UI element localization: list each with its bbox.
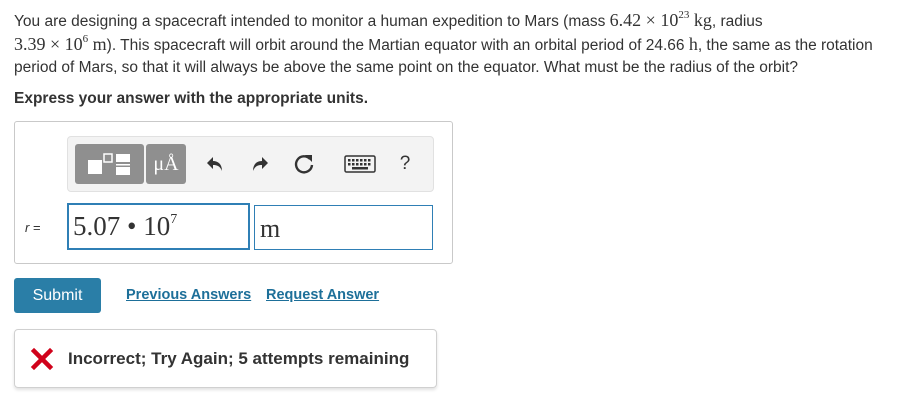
value-exponent: 7 [170,212,178,227]
reset-icon [294,155,314,174]
redo-button[interactable] [239,144,279,184]
keyboard-button[interactable] [334,144,386,184]
answer-variable-label: r = [25,220,41,235]
equals-sign: = [29,220,41,235]
help-button[interactable]: ? [385,144,425,184]
times-symbol: × [641,10,661,30]
mass-expression: 6.42 × 1023 kg [609,9,712,31]
mass-exponent: 23 [678,9,690,21]
templates-icon [87,153,130,175]
templates-button[interactable] [75,144,144,184]
radius-expression: 3.39 × 106 m [14,34,107,55]
base-ten: 10 [660,10,679,30]
base-ten: 10 [64,34,83,54]
value-base: 10 [143,211,171,241]
question-part: ). This spacecraft will orbit around the… [106,37,689,54]
radius-coefficient: 3.39 [14,34,46,54]
redo-icon [253,157,268,171]
submit-button[interactable]: Submit [14,278,101,313]
question-part: You are designing a spacecraft intended … [14,13,610,30]
answer-unit-input[interactable]: m [254,205,433,250]
question-text: You are designing a spacecraft intended … [14,9,909,79]
feedback-text: Incorrect; Try Again; 5 attempts remaini… [68,348,410,368]
radius-unit: m [88,34,107,54]
value-coefficient: 5.07 [73,211,121,241]
keyboard-icon [344,155,376,173]
question-part: , radius [711,13,763,30]
answer-value-input[interactable]: 5.07 • 107 [67,203,250,250]
incorrect-x-icon [30,347,54,370]
mass-unit: kg [689,10,712,30]
multiply-dot: • [120,211,144,241]
units-button[interactable]: μÅ [146,144,186,184]
previous-answers-link[interactable]: Previous Answers [126,287,251,303]
feedback-box: Incorrect; Try Again; 5 attempts remaini… [14,329,437,388]
math-toolbar: μÅ ? [67,136,434,192]
request-answer-link[interactable]: Request Answer [266,287,379,303]
period-unit: h [688,34,698,54]
times-symbol: × [45,34,65,54]
reset-button[interactable] [284,144,324,184]
answer-instruction: Express your answer with the appropriate… [14,90,369,107]
answer-panel: μÅ ? r = 5.07 • 107 m [14,121,453,264]
mass-coefficient: 6.42 [609,10,642,30]
undo-button[interactable] [196,144,236,184]
undo-icon [207,157,222,171]
